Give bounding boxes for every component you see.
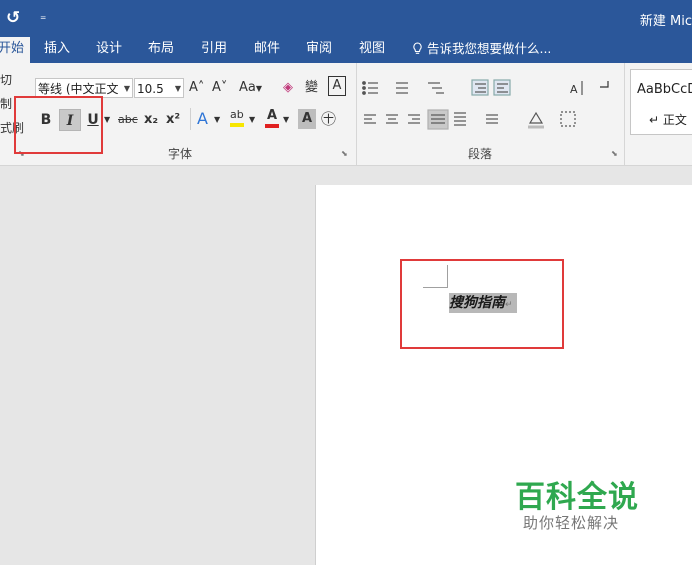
- divider: [190, 108, 191, 130]
- tab-references[interactable]: 引用: [201, 37, 227, 63]
- tab-view[interactable]: 视图: [359, 37, 385, 63]
- text-effects-button[interactable]: A: [197, 109, 208, 129]
- styles-gallery[interactable]: AaBbCcD ↵ 正文: [630, 69, 692, 135]
- change-case-button[interactable]: Aa▼: [239, 78, 262, 99]
- font-color-button[interactable]: A: [265, 107, 279, 128]
- chevron-down-icon: ▼: [174, 84, 181, 93]
- annotation-highlight-box: [14, 96, 103, 154]
- tell-me-text: 告诉我您想要做什么...: [426, 41, 552, 56]
- superscript-button[interactable]: x²: [166, 110, 180, 130]
- style-normal-label: ↵ 正文: [649, 113, 687, 127]
- chevron-down-icon[interactable]: ▼: [214, 110, 220, 130]
- ribbon-tabs: 开始 插入 设计 布局 引用 邮件 审阅 视图 告诉我您想要做什么...: [0, 37, 692, 63]
- lightbulb-icon: [413, 42, 422, 54]
- tab-review[interactable]: 审阅: [306, 37, 332, 63]
- tab-home[interactable]: 开始: [0, 37, 30, 63]
- highlight-color-button[interactable]: ab: [230, 107, 244, 127]
- font-group-label: 字体: [168, 147, 193, 161]
- clear-formatting-icon[interactable]: ◈: [283, 78, 293, 98]
- chevron-down-icon[interactable]: ▼: [249, 110, 255, 130]
- font-name-select[interactable]: 等线 (中文正文 ▼: [35, 78, 133, 98]
- font-size-select[interactable]: 10.5 ▼: [134, 78, 184, 98]
- tab-mailings[interactable]: 邮件: [254, 37, 280, 63]
- style-sample: AaBbCcD: [637, 82, 692, 97]
- copy-button[interactable]: 制: [0, 95, 12, 112]
- document-title: 新建 Mic: [639, 14, 692, 29]
- ribbon-home: 切 制 式刷 ⬊ 等线 (中文正文 ▼ 10.5 ▼ A˄ A˅ Aa▼ ◈ 變…: [0, 63, 692, 166]
- undo-icon[interactable]: ↺: [6, 8, 20, 28]
- chevron-down-icon[interactable]: ▼: [104, 110, 110, 130]
- strikethrough-button[interactable]: abc: [118, 110, 138, 130]
- font-size-value: 10.5: [137, 82, 164, 96]
- chevron-down-icon[interactable]: ▼: [283, 110, 289, 130]
- shrink-font-button[interactable]: A˅: [212, 78, 227, 98]
- tab-insert[interactable]: 插入: [44, 37, 70, 63]
- paragraph-group-label: 段落: [468, 147, 493, 161]
- watermark-title: 百科全说: [515, 480, 639, 515]
- svg-text:A: A: [570, 83, 578, 96]
- paragraph-toolbar-icons[interactable]: A: [356, 63, 624, 143]
- paragraph-group: A 段落 ⬊: [356, 63, 625, 165]
- subscript-button[interactable]: x₂: [144, 110, 158, 130]
- tab-layout[interactable]: 布局: [148, 37, 174, 63]
- tab-design[interactable]: 设计: [96, 37, 122, 63]
- font-dialog-launcher-icon[interactable]: ⬊: [341, 149, 348, 158]
- paragraph-dialog-launcher-icon[interactable]: ⬊: [611, 149, 618, 158]
- font-name-value: 等线 (中文正文: [38, 82, 119, 96]
- chevron-down-icon: ▼: [123, 84, 130, 93]
- enclose-characters-button[interactable]: ㊉: [321, 109, 336, 129]
- quick-access-dropdown[interactable]: ₌: [40, 9, 46, 23]
- cut-button[interactable]: 切: [0, 71, 12, 88]
- watermark-subtitle: 助你轻松解决: [523, 514, 620, 532]
- character-shading-button[interactable]: A: [298, 109, 316, 129]
- tell-me-search[interactable]: 告诉我您想要做什么...: [412, 37, 551, 63]
- phonetic-guide-button[interactable]: 變: [305, 78, 318, 98]
- title-bar: ↺ ₌ 新建 Mic: [0, 0, 692, 37]
- character-border-button[interactable]: A: [328, 76, 346, 96]
- grow-font-button[interactable]: A˄: [189, 78, 204, 98]
- change-case-label: Aa: [239, 80, 256, 95]
- annotation-text-box: [400, 259, 564, 349]
